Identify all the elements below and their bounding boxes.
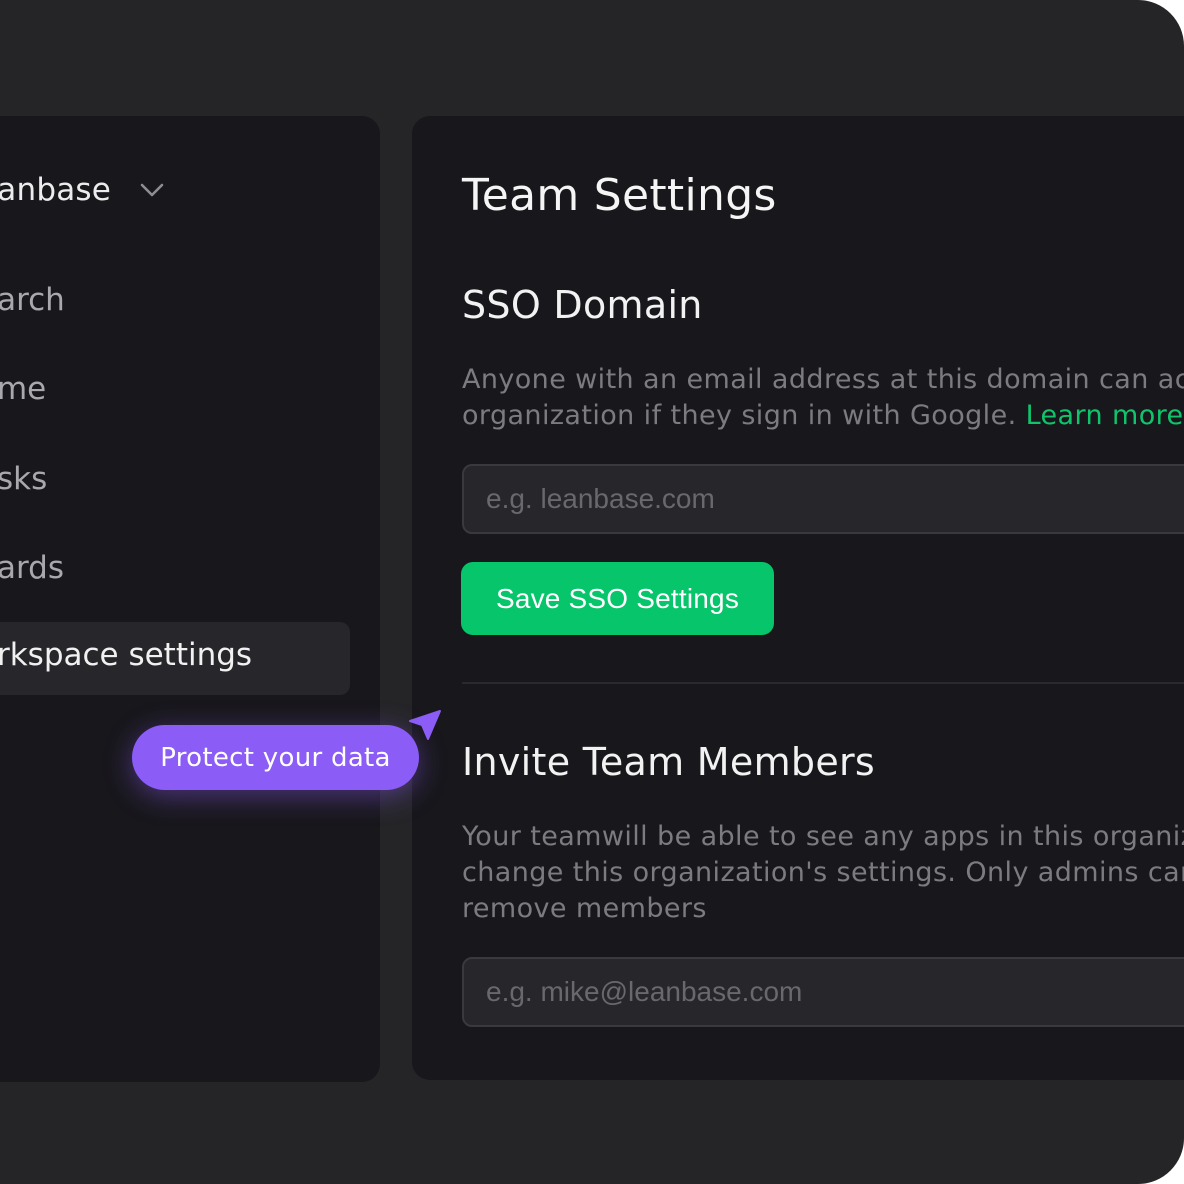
sso-domain-heading: SSO Domain: [462, 283, 703, 327]
sso-description-text: organization if they sign in with Google…: [462, 400, 1017, 431]
section-divider: [462, 682, 1184, 684]
sidebar-item-home[interactable]: ome: [0, 371, 46, 407]
cursor-arrow-icon: [409, 710, 441, 740]
invite-team-members-heading: Invite Team Members: [462, 740, 876, 784]
page-title: Team Settings: [462, 170, 777, 221]
workspace-name: eanbase: [0, 172, 112, 208]
sidebar-item-search[interactable]: earch: [0, 282, 65, 318]
sso-domain-input[interactable]: [462, 464, 1184, 534]
invite-description-line: change this organization's settings. Onl…: [462, 857, 1184, 888]
invite-description: Your teamwill be able to see any apps in…: [462, 819, 1184, 927]
learn-more-link[interactable]: Learn more.: [1026, 400, 1184, 431]
workspace-switcher[interactable]: eanbase: [0, 166, 165, 214]
sidebar-item-tasks[interactable]: asks: [0, 461, 47, 497]
sso-description: Anyone with an email address at this dom…: [462, 362, 1184, 434]
invite-description-line: Your teamwill be able to see any apps in…: [462, 821, 1184, 852]
app-window: eanbase earch ome asks oards orkspace se…: [0, 0, 1184, 1184]
invite-email-input[interactable]: [462, 957, 1184, 1027]
sso-description-line: organization if they sign in with Google…: [462, 398, 1184, 434]
protect-your-data-tooltip: Protect your data: [132, 725, 419, 790]
invite-description-line: remove members: [462, 893, 707, 924]
save-sso-settings-button[interactable]: Save SSO Settings: [461, 562, 774, 635]
chevron-down-icon: [140, 183, 164, 197]
sso-description-line: Anyone with an email address at this dom…: [462, 364, 1184, 395]
sidebar-item-workspace-settings[interactable]: orkspace settings: [0, 637, 252, 673]
sidebar-item-boards[interactable]: oards: [0, 550, 64, 586]
sidebar: [0, 116, 380, 1082]
